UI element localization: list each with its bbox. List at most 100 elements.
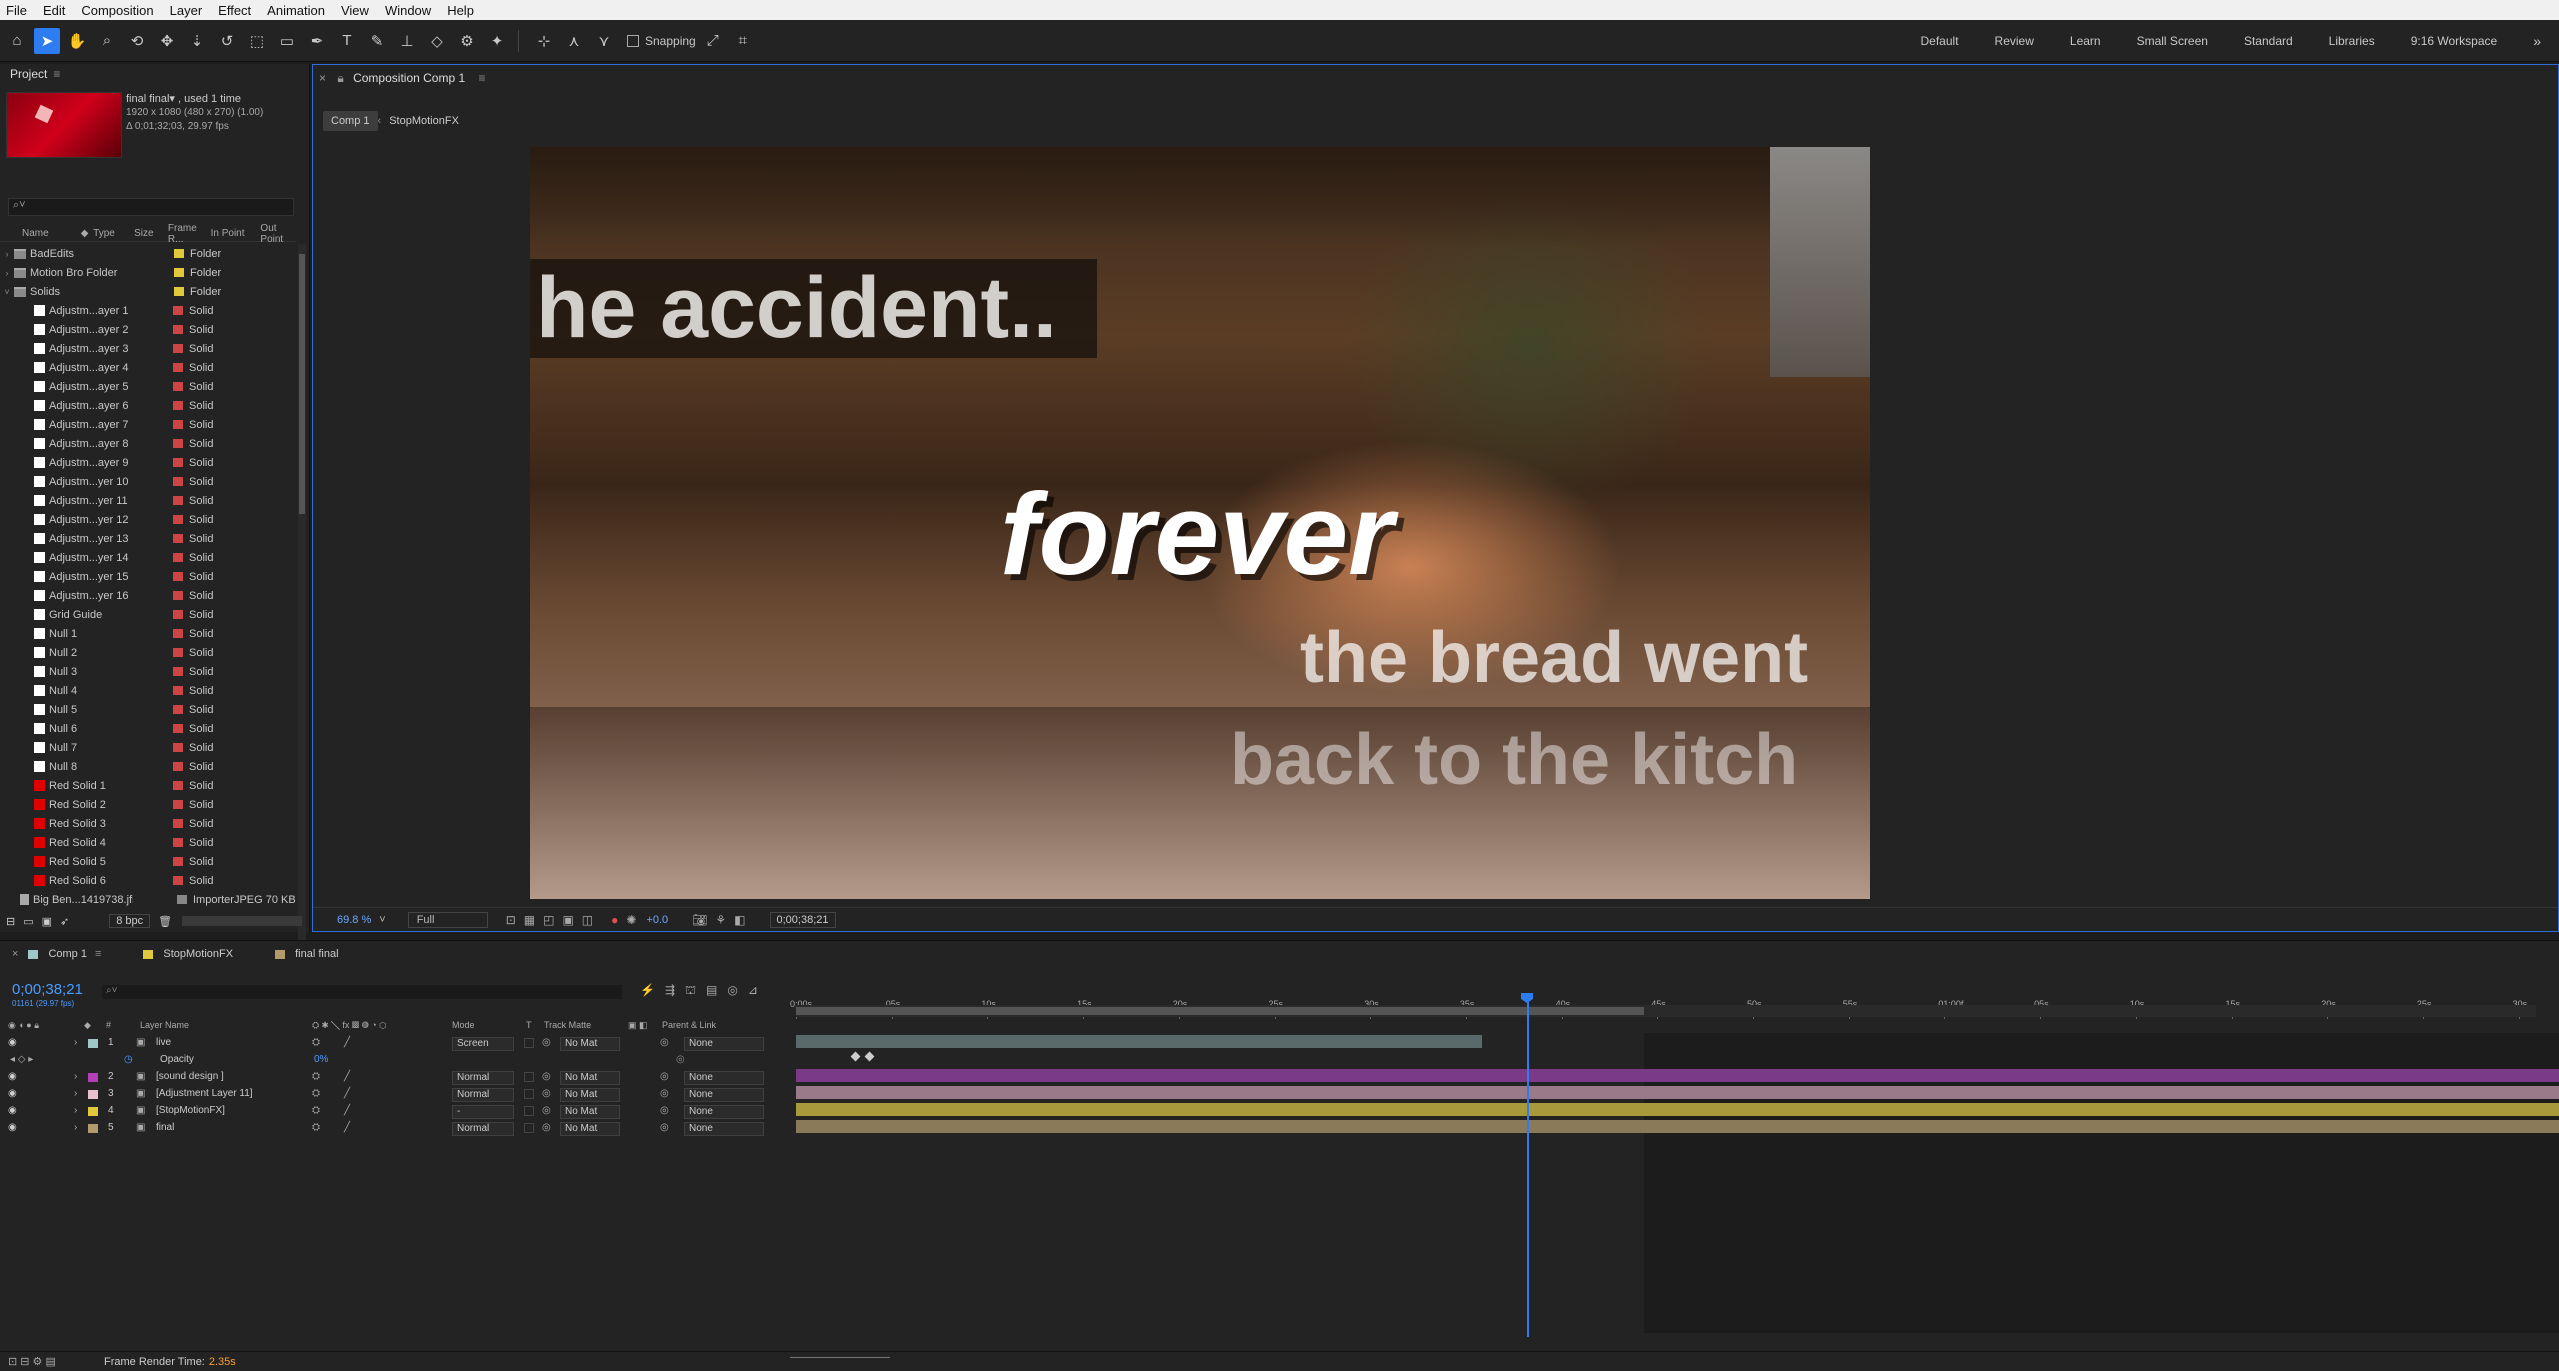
- layer-name[interactable]: final: [156, 1122, 174, 1133]
- menu-animation[interactable]: Animation: [267, 3, 325, 18]
- close-icon[interactable]: ×: [12, 948, 18, 960]
- disclosure-icon[interactable]: ›: [74, 1122, 77, 1133]
- layer-name[interactable]: [sound design ]: [156, 1071, 224, 1082]
- snapping-checkbox[interactable]: [627, 34, 639, 47]
- label-tag-icon[interactable]: ◆: [81, 228, 93, 239]
- axis-world-icon[interactable]: ⋏: [561, 28, 587, 54]
- layer-label-swatch[interactable]: [88, 1107, 98, 1116]
- menu-layer[interactable]: Layer: [170, 3, 203, 18]
- property-value[interactable]: 0%: [314, 1054, 328, 1065]
- label-color-swatch[interactable]: [173, 572, 183, 581]
- layer-row[interactable]: ◉ › 2 ▣ [sound design ] ⛭ ╱ Normal ◎ No Mat ◎ None: [0, 1069, 790, 1086]
- disclosure-icon[interactable]: ›: [74, 1088, 77, 1099]
- project-item[interactable]: Null 4 Solid: [0, 681, 296, 700]
- pan-behind-icon[interactable]: ⬚: [244, 28, 270, 54]
- pan-camera-icon[interactable]: ✥: [154, 28, 180, 54]
- project-item[interactable]: Red Solid 4 Solid: [0, 833, 296, 852]
- workspace-9-16[interactable]: 9:16 Workspace: [2411, 34, 2498, 48]
- layer-duration-bar[interactable]: [796, 1086, 2559, 1099]
- work-area-range[interactable]: [796, 1007, 1644, 1015]
- keyframe-right-icon[interactable]: [864, 1051, 875, 1062]
- label-color-swatch[interactable]: [173, 686, 183, 695]
- home-icon[interactable]: ⌂: [4, 28, 30, 54]
- menu-effect[interactable]: Effect: [218, 3, 251, 18]
- label-color-swatch[interactable]: [173, 610, 183, 619]
- mode-dropdown[interactable]: Normal: [452, 1088, 514, 1102]
- label-color-swatch[interactable]: [173, 344, 183, 353]
- col-frame-rate[interactable]: Frame R...: [168, 223, 211, 245]
- project-item[interactable]: Null 3 Solid: [0, 662, 296, 681]
- timeline-tab-stopmotionfx[interactable]: StopMotionFX: [143, 948, 233, 960]
- project-item[interactable]: Adjustm...yer 15 Solid: [0, 567, 296, 586]
- selection-tool-icon[interactable]: ➤: [34, 27, 60, 54]
- crumb-comp-1[interactable]: Comp 1: [323, 111, 378, 131]
- mode-dropdown[interactable]: Normal: [452, 1122, 514, 1136]
- layer-label-swatch[interactable]: [88, 1090, 98, 1099]
- workspace-libraries[interactable]: Libraries: [2329, 34, 2375, 48]
- preserve-transparency-checkbox[interactable]: [524, 1038, 534, 1048]
- shy-switch-icon[interactable]: ⛭: [312, 1105, 320, 1116]
- project-tab[interactable]: Project ≡: [0, 64, 309, 84]
- eye-icon[interactable]: ◉: [8, 1088, 17, 1099]
- eye-icon[interactable]: ◉: [8, 1037, 17, 1048]
- timeline-search-input[interactable]: ⌕˅: [102, 985, 622, 999]
- layer-row[interactable]: ◉ › 3 ▣ [Adjustment Layer 11] ⛭ ╱ Normal ◎ No Mat…: [0, 1086, 790, 1103]
- project-item[interactable]: Adjustm...ayer 8 Solid: [0, 434, 296, 453]
- project-item[interactable]: Adjustm...ayer 3 Solid: [0, 339, 296, 358]
- label-color-swatch[interactable]: [173, 629, 183, 638]
- project-item[interactable]: Adjustm...ayer 1 Solid: [0, 301, 296, 320]
- quality-switch-icon[interactable]: ╱: [344, 1071, 350, 1082]
- project-scrollbar[interactable]: [298, 244, 306, 964]
- preserve-transparency-checkbox[interactable]: [524, 1123, 534, 1133]
- parent-dropdown[interactable]: None: [684, 1105, 764, 1119]
- track-matte-dropdown[interactable]: No Mat: [560, 1088, 620, 1102]
- label-color-swatch[interactable]: [173, 648, 183, 657]
- label-color-swatch[interactable]: [173, 819, 183, 828]
- col-type[interactable]: Type: [93, 228, 134, 239]
- brush-tool-icon[interactable]: ✎: [364, 28, 390, 54]
- label-color-swatch[interactable]: [173, 439, 183, 448]
- label-color-swatch[interactable]: [173, 705, 183, 714]
- matte-link-icon[interactable]: ◎: [542, 1037, 551, 1048]
- shy-layers-icon[interactable]: ⛫: [685, 983, 696, 999]
- layer-duration-bar[interactable]: [796, 1103, 2559, 1116]
- clone-stamp-icon[interactable]: ⊥: [394, 28, 420, 54]
- label-color-swatch[interactable]: [173, 724, 183, 733]
- comp-flowchart-icon[interactable]: ⇶: [665, 983, 675, 999]
- menu-help[interactable]: Help: [447, 3, 474, 18]
- parent-pickwhip-icon[interactable]: ◎: [660, 1122, 669, 1133]
- bit-depth-button[interactable]: 8 bpc: [109, 914, 151, 928]
- mode-dropdown[interactable]: Screen: [452, 1037, 514, 1051]
- label-color-swatch[interactable]: [173, 306, 183, 315]
- workspace-more-icon[interactable]: »: [2533, 33, 2541, 49]
- comp-current-time[interactable]: 0;00;38;21: [769, 911, 836, 928]
- current-time-indicator[interactable]: [1527, 997, 1529, 1337]
- layer-row[interactable]: ◉ › 4 ▣ [StopMotionFX] ⛭ ╱ - ◎ No Mat ◎ None: [0, 1103, 790, 1120]
- parent-dropdown[interactable]: None: [684, 1037, 764, 1051]
- disclosure-icon[interactable]: ›: [74, 1105, 77, 1116]
- eye-icon[interactable]: ◉: [8, 1071, 17, 1082]
- menu-view[interactable]: View: [341, 3, 369, 18]
- parent-pickwhip-icon[interactable]: ◎: [660, 1088, 669, 1099]
- col-name[interactable]: Name: [22, 228, 81, 239]
- roto-brush-icon[interactable]: ⚙: [454, 28, 480, 54]
- mode-dropdown[interactable]: Normal: [452, 1071, 514, 1085]
- col-in-point[interactable]: In Point: [211, 228, 261, 239]
- parent-pickwhip-icon[interactable]: ◎: [660, 1037, 669, 1048]
- disclosure-icon[interactable]: ›: [0, 268, 14, 278]
- label-color-swatch[interactable]: [173, 762, 183, 771]
- snap-feature-icon[interactable]: ⌗: [730, 28, 756, 54]
- lock-icon[interactable]: 🔒︎: [337, 71, 343, 85]
- new-folder-icon[interactable]: ▭: [23, 915, 33, 928]
- quality-switch-icon[interactable]: ╱: [344, 1105, 350, 1116]
- snapshot-icon[interactable]: 📷︎: [692, 913, 707, 927]
- exposure-value[interactable]: +0.0: [646, 914, 668, 926]
- project-item[interactable]: › Motion Bro Folder Folder: [0, 263, 296, 282]
- label-color-swatch[interactable]: [173, 876, 183, 885]
- keyframe-left-icon[interactable]: [850, 1051, 861, 1062]
- menu-composition[interactable]: Composition: [81, 3, 153, 18]
- matte-link-icon[interactable]: ◎: [542, 1088, 551, 1099]
- layer-row[interactable]: ◉ › 5 ▣ final ⛭ ╱ Normal ◎ No Mat ◎ None: [0, 1120, 790, 1137]
- expression-icon[interactable]: ◎: [676, 1054, 685, 1065]
- adobe-media-encoder-icon[interactable]: ➶: [60, 915, 69, 928]
